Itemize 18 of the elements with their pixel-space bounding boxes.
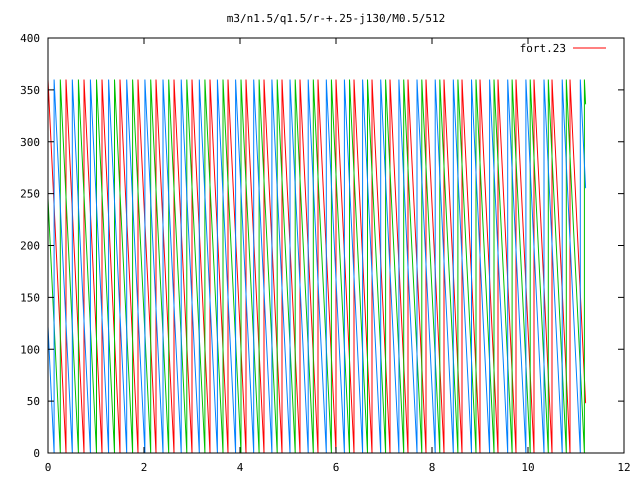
x-tick-label: 10	[521, 461, 535, 474]
plot-title: m3/n1.5/q1.5/r-+.25-j130/M0.5/512	[226, 12, 446, 25]
x-tick-label: 2	[140, 461, 148, 474]
y-tick-label: 350	[20, 84, 40, 97]
y-tick-label: 250	[20, 188, 40, 201]
y-tick-label: 300	[20, 136, 40, 149]
x-tick-label: 6	[332, 461, 340, 474]
y-tick-label: 200	[20, 240, 40, 252]
y-tick-label: 50	[26, 395, 40, 408]
x-tick-label: 8	[428, 461, 436, 474]
x-tick-label: 0	[44, 461, 52, 474]
x-tick-label: 4	[236, 461, 244, 474]
y-tick-label: 100	[20, 343, 40, 356]
legend-label: fort.23	[520, 42, 566, 55]
y-tick-label: 0	[33, 447, 40, 460]
x-tick-label: 12	[617, 461, 631, 474]
y-tick-label: 150	[20, 291, 40, 304]
y-tick-label: 400	[20, 32, 40, 45]
